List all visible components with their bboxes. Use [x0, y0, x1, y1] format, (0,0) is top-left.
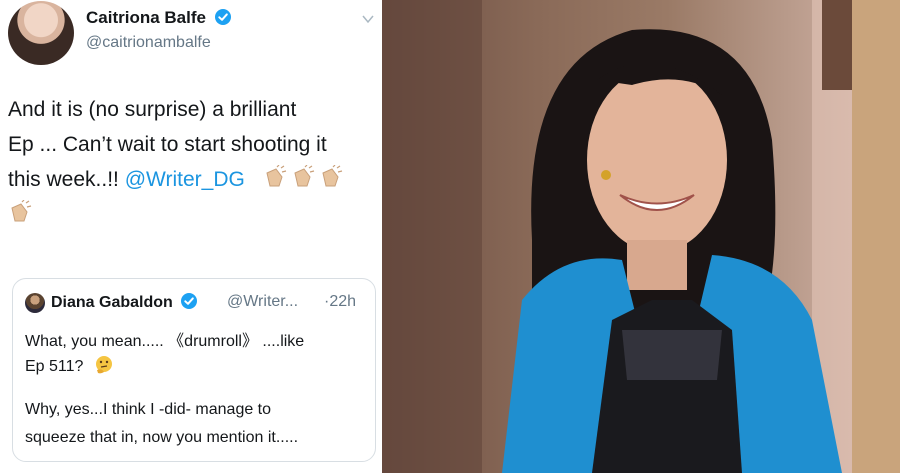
- clapping-hands-icon: [294, 165, 314, 187]
- quoted-tweet-card[interactable]: Diana Gabaldon @Writer... ·22h What, you…: [12, 278, 376, 462]
- author-name-text: Caitriona Balfe: [86, 8, 206, 27]
- quoted-line-2: Ep 511?: [25, 355, 114, 376]
- quoted-line-3: Why, yes...I think I -did- manage to: [25, 401, 272, 418]
- quoted-author-name-text: Diana Gabaldon: [51, 294, 173, 311]
- author-avatar[interactable]: [8, 1, 74, 65]
- verified-badge-icon: [181, 293, 198, 309]
- quoted-timestamp: ·22h: [324, 293, 357, 310]
- verified-badge-icon: [214, 9, 231, 25]
- clapping-hands-icon: [266, 165, 286, 187]
- author-handle[interactable]: @caitrionambalfe: [86, 34, 211, 52]
- chevron-down-icon[interactable]: [362, 14, 374, 24]
- clapping-hands-icon: [11, 200, 32, 222]
- tweet-line-3-text: this week..!!: [8, 168, 125, 191]
- quoted-line-4: squeeze that in, now you mention it.....: [25, 429, 299, 446]
- author-name[interactable]: Caitriona Balfe: [86, 8, 231, 28]
- mention-link[interactable]: @Writer_DG: [125, 168, 245, 191]
- tweet-screenshot: Caitriona Balfe @caitrionambalfe And it …: [0, 0, 382, 473]
- tweet-line-3: this week..!! @Writer_DG: [8, 162, 378, 197]
- quoted-line-1: What, you mean..... 《drumroll》 ....like: [25, 333, 305, 350]
- thinking-face-icon: [95, 356, 112, 374]
- quoted-author-name: Diana Gabaldon: [51, 293, 198, 312]
- clapping-hands-icon: [322, 165, 342, 187]
- tweet-body: And it is (no surprise) a brilliant Ep .…: [8, 92, 378, 232]
- portrait-illustration: [382, 0, 900, 473]
- quoted-author-handle: @Writer...: [227, 293, 299, 310]
- quoted-author-avatar: [25, 293, 45, 313]
- quoted-line-2-text: Ep 511?: [25, 358, 84, 375]
- tweet-line-1: And it is (no surprise) a brilliant: [8, 98, 297, 121]
- tweet-line-2: Ep ... Can’t wait to start shooting it: [8, 133, 327, 156]
- author-photo: [382, 0, 900, 473]
- tweet-line-4: [8, 197, 378, 232]
